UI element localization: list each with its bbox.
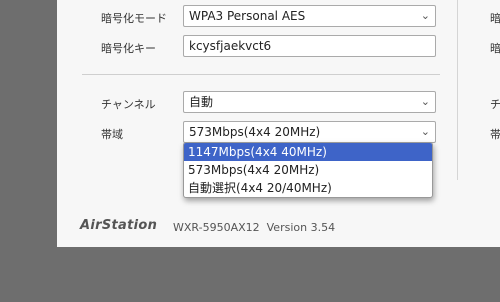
channel-value: 自動 [189,95,214,109]
channel-label: チャンネル [101,98,156,111]
bandwidth-select[interactable]: 573Mbps(4x4 20MHz) ⌄ [183,121,436,143]
bandwidth-value: 573Mbps(4x4 20MHz) [189,125,321,139]
right-column-label: 帯 [490,128,500,141]
encryption-key-input[interactable]: kcysfjaekvct6 [183,35,436,57]
encryption-key-value: kcysfjaekvct6 [189,39,272,53]
airstation-logo: AirStation [80,218,158,233]
encryption-key-label: 暗号化キー [101,42,156,55]
section-divider [82,74,440,75]
bandwidth-dropdown-list: 1147Mbps(4x4 40MHz) 573Mbps(4x4 20MHz) 自… [183,142,433,198]
dropdown-option-1147mbps[interactable]: 1147Mbps(4x4 40MHz) [184,143,432,161]
dropdown-option-auto[interactable]: 自動選択(4x4 20/40MHz) [184,179,432,197]
dropdown-option-573mbps[interactable]: 573Mbps(4x4 20MHz) [184,161,432,179]
column-divider [457,0,458,180]
encryption-mode-value: WPA3 Personal AES [189,9,306,23]
firmware-version: Version 3.54 [266,221,336,234]
model-version-text: WXR-5950AX12 Version 3.54 [173,221,335,234]
chevron-down-icon: ⌄ [420,125,430,138]
right-column-label: 暗 [490,12,500,25]
bandwidth-label: 帯域 [101,128,123,141]
right-column-label: 暗 [490,42,500,55]
encryption-mode-label: 暗号化モード [101,12,167,25]
right-column-label: チ [490,98,500,111]
chevron-down-icon: ⌄ [420,9,430,22]
encryption-mode-select[interactable]: WPA3 Personal AES ⌄ [183,5,436,27]
model-name: WXR-5950AX12 [173,221,260,234]
chevron-down-icon: ⌄ [420,95,430,108]
channel-select[interactable]: 自動 ⌄ [183,91,436,113]
